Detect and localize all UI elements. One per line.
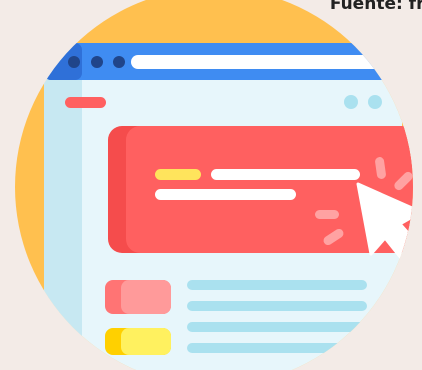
illustration-stage: Fuente: fre bbox=[0, 0, 422, 370]
content-line-3 bbox=[187, 322, 367, 332]
content-block-yellow bbox=[121, 328, 171, 355]
browser-ad-illustration bbox=[15, 0, 413, 370]
window-dot-3-icon bbox=[113, 56, 125, 68]
top-pill-left bbox=[65, 97, 106, 108]
address-bar[interactable] bbox=[131, 55, 388, 69]
window-dot-1-icon bbox=[68, 56, 80, 68]
banner-line-2 bbox=[155, 189, 296, 200]
browser-window-group bbox=[44, 43, 413, 370]
content-line-2 bbox=[187, 301, 367, 311]
window-dot-2-icon bbox=[91, 56, 103, 68]
banner-line-1 bbox=[211, 169, 360, 180]
content-line-4 bbox=[187, 343, 367, 353]
banner-highlight-bar bbox=[155, 169, 201, 180]
content-block-red bbox=[121, 280, 171, 314]
top-indicator-1-icon bbox=[344, 95, 358, 109]
content-line-1 bbox=[187, 280, 367, 290]
top-indicator-2-icon bbox=[368, 95, 382, 109]
